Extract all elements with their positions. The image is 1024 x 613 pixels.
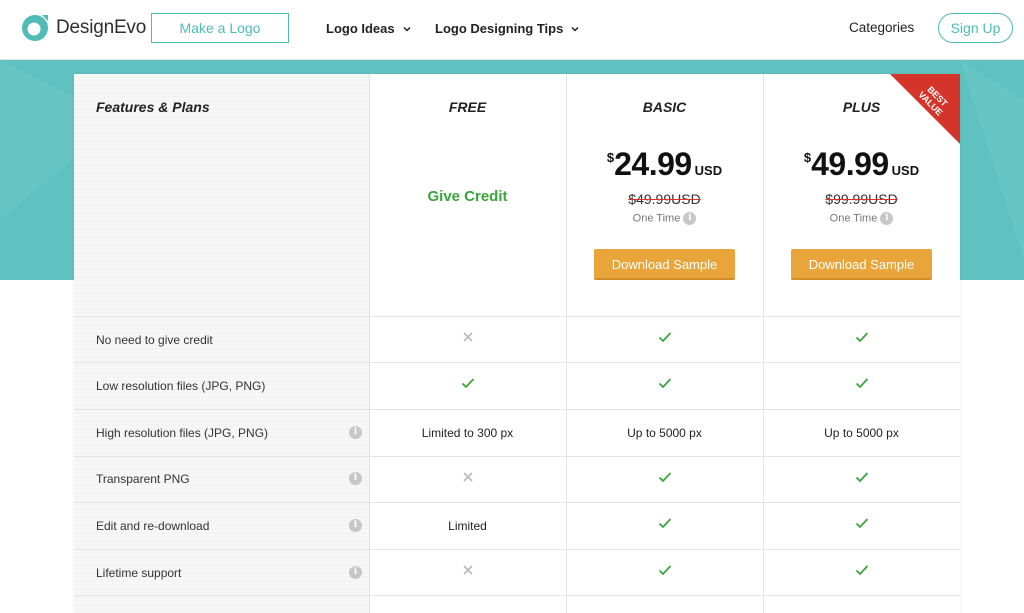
plus-price: $49.99 USD <box>763 146 960 183</box>
info-icon[interactable]: i <box>349 566 362 579</box>
give-credit-text: Give Credit <box>427 188 508 205</box>
check-icon <box>566 564 763 579</box>
basic-download-sample-button[interactable]: Download Sample <box>594 249 735 280</box>
basic-amount: 24.99 <box>614 146 692 182</box>
check-icon <box>763 331 960 346</box>
row-divider <box>74 409 960 410</box>
row-divider <box>74 549 960 550</box>
check-icon <box>566 471 763 486</box>
feature-label: High resolution files (JPG, PNG) <box>96 426 269 440</box>
sign-up-button[interactable]: Sign Up <box>938 13 1013 43</box>
info-icon[interactable]: i <box>349 426 362 439</box>
basic-price: $24.99 USD <box>566 146 763 183</box>
plus-old-price-text: $99.99USD <box>825 191 898 207</box>
feature-label: Edit and re-download <box>96 519 210 533</box>
info-icon[interactable]: i <box>349 472 362 485</box>
basic-old-price: $49.99USD <box>566 191 763 207</box>
brand-name: DesignEvo <box>56 17 147 38</box>
cross-icon <box>369 471 566 486</box>
plan-basic-title: BASIC <box>642 99 687 115</box>
check-icon <box>763 517 960 532</box>
row-divider <box>74 595 960 596</box>
plus-amount: 49.99 <box>811 146 889 182</box>
basic-term-text: One Time <box>632 212 681 225</box>
chevron-down-icon <box>403 26 411 32</box>
row-divider <box>74 362 960 363</box>
check-icon <box>763 377 960 392</box>
features-plans-title: Features & Plans <box>96 99 210 115</box>
free-cell-value: Limited to 300 px <box>421 426 514 440</box>
info-icon[interactable]: i <box>683 212 697 225</box>
basic-cell-value: Up to 5000 px <box>627 426 702 440</box>
cross-icon <box>369 564 566 579</box>
basic-currency: $ <box>606 150 615 165</box>
nav-logo-designing-tips[interactable]: Logo Designing Tips <box>435 21 580 36</box>
check-icon <box>763 564 960 579</box>
designevo-logo-icon <box>22 15 48 41</box>
row-divider <box>74 502 960 503</box>
row-divider <box>74 456 960 457</box>
plus-term-text: One Time <box>829 212 878 225</box>
nav-categories[interactable]: Categories <box>849 20 914 35</box>
plus-cell-value: Up to 5000 px <box>824 426 899 440</box>
chevron-down-icon <box>571 26 579 32</box>
pricing-table: Features & Plans FREE BASIC PLUS Give Cr… <box>74 74 960 613</box>
info-icon[interactable]: i <box>349 519 362 532</box>
brand-logo[interactable]: DesignEvo <box>20 13 146 43</box>
plus-unit: USD <box>891 163 920 178</box>
basic-old-price-text: $49.99USD <box>628 191 701 207</box>
check-icon <box>369 377 566 392</box>
plus-currency: $ <box>803 150 812 165</box>
feature-label: Low resolution files (JPG, PNG) <box>96 379 266 393</box>
feature-label: No need to give credit <box>96 333 213 347</box>
feature-label: Transparent PNG <box>96 472 190 486</box>
basic-unit: USD <box>694 163 723 178</box>
info-icon[interactable]: i <box>880 212 894 225</box>
plan-free-title: FREE <box>448 99 487 115</box>
feature-label: Lifetime support <box>96 566 182 580</box>
nav-logo-ideas[interactable]: Logo Ideas <box>326 21 412 36</box>
make-a-logo-button[interactable]: Make a Logo <box>151 13 289 43</box>
check-icon <box>763 471 960 486</box>
plus-old-price: $99.99USD <box>763 191 960 207</box>
nav-logo-tips-label: Logo Designing Tips <box>435 21 564 36</box>
plus-download-sample-button[interactable]: Download Sample <box>791 249 932 280</box>
check-icon <box>566 517 763 532</box>
nav-logo-ideas-label: Logo Ideas <box>326 21 395 36</box>
cross-icon <box>369 331 566 346</box>
check-icon <box>566 377 763 392</box>
best-value-ribbon: BEST VALUE <box>890 74 960 144</box>
plus-term: One Time i <box>763 212 960 225</box>
row-divider <box>74 316 960 317</box>
basic-term: One Time i <box>566 212 763 225</box>
site-header: DesignEvo Make a Logo Logo Ideas Logo De… <box>0 0 1024 60</box>
free-cell-value: Limited <box>448 519 487 533</box>
check-icon <box>566 331 763 346</box>
